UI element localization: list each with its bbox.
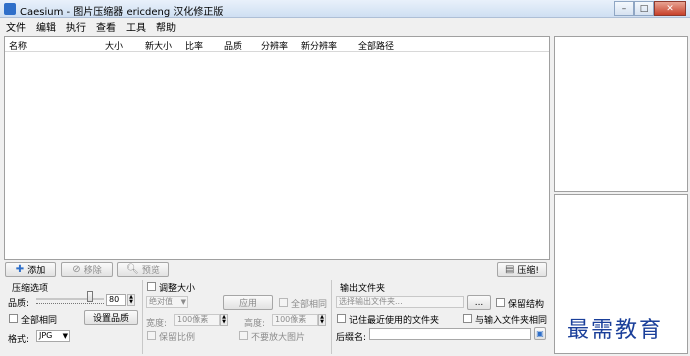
apply-button-label: 应用 <box>238 299 257 309</box>
menu-file[interactable]: 文件 <box>6 19 26 34</box>
output-folder-input[interactable]: 选择输出文件夹... <box>336 296 464 308</box>
preview-button[interactable]: 🔍︎ 预览 <box>117 262 169 277</box>
original-preview-pane <box>554 36 688 192</box>
minimize-button[interactable]: – <box>614 1 634 16</box>
width-label: 宽度: <box>146 319 168 329</box>
maximize-button[interactable]: □ <box>634 1 654 16</box>
format-label: 格式: <box>8 335 30 345</box>
suffix-input[interactable] <box>369 328 531 340</box>
compress-button[interactable]: ▤ 压缩! <box>497 262 547 277</box>
compression-all-same-checkbox[interactable] <box>9 314 18 323</box>
magnifier-icon: 🔍︎ <box>126 264 139 275</box>
keep-ratio-label: 保留比例 <box>159 333 196 343</box>
divider-compression-resize <box>142 280 143 354</box>
remove-icon: ⊘ <box>72 264 81 275</box>
keep-ratio-checkbox[interactable] <box>147 331 156 340</box>
keep-structure-checkbox[interactable] <box>496 298 505 307</box>
width-input[interactable]: 100像素 <box>174 314 220 326</box>
compression-all-same-label: 全部相同 <box>21 316 58 326</box>
title-bar: Caesium - 图片压缩器 ericdeng 汉化修正版 – □ ✕ <box>0 0 690 18</box>
column-quality[interactable]: 品质 <box>224 39 242 52</box>
quality-slider-track[interactable] <box>36 298 104 300</box>
remove-button[interactable]: ⊘ 移除 <box>61 262 113 277</box>
close-button[interactable]: ✕ <box>654 1 686 16</box>
table-header: 名称 大小 新大小 比率 品质 分辨率 新分辨率 全部路径 <box>5 37 549 52</box>
add-button-label: 添加 <box>27 266 46 276</box>
column-new-size[interactable]: 新大小 <box>145 39 172 52</box>
preview-button-label: 预览 <box>141 266 160 276</box>
column-name[interactable]: 名称 <box>9 39 27 52</box>
browse-button[interactable]: ... <box>467 295 491 310</box>
app-icon <box>4 3 16 15</box>
menu-help[interactable]: 帮助 <box>156 19 176 34</box>
plus-icon: ✚ <box>15 264 25 275</box>
format-select[interactable]: JPG ▼ <box>36 330 70 342</box>
menu-bar: 文件 编辑 执行 查看 工具 帮助 <box>0 18 690 34</box>
column-size[interactable]: 大小 <box>105 39 123 52</box>
height-input[interactable]: 100像素 <box>272 314 318 326</box>
output-folder-title: 输出文件夹 <box>340 284 386 294</box>
suffix-help-button[interactable]: ▣ <box>534 327 546 340</box>
quality-slider-ticks <box>36 303 104 306</box>
column-full-path[interactable]: 全部路径 <box>358 39 394 52</box>
no-enlarge-checkbox[interactable] <box>239 331 248 340</box>
resize-mode-select[interactable]: 绝对值 ▼ <box>146 296 188 308</box>
window-title: Caesium - 图片压缩器 ericdeng 汉化修正版 <box>20 7 224 18</box>
compress-button-label: 压缩! <box>517 266 540 276</box>
divider-resize-output <box>331 280 332 354</box>
column-resolution[interactable]: 分辨率 <box>261 39 288 52</box>
compression-options-title: 压缩选项 <box>12 284 49 294</box>
height-label: 高度: <box>244 319 266 329</box>
resize-title: 调整大小 <box>159 284 196 294</box>
compress-icon: ▤ <box>504 264 515 275</box>
suffix-label: 后缀名: <box>336 333 367 343</box>
file-list[interactable]: 名称 大小 新大小 比率 品质 分辨率 新分辨率 全部路径 <box>4 36 550 260</box>
output-folder-placeholder: 选择输出文件夹... <box>339 297 403 306</box>
quality-slider-thumb[interactable] <box>87 291 94 302</box>
quality-value[interactable]: 80 <box>106 294 126 306</box>
resize-all-same-checkbox[interactable] <box>279 298 288 307</box>
menu-view[interactable]: 查看 <box>96 19 116 34</box>
no-enlarge-label: 不要放大图片 <box>251 333 306 343</box>
resize-mode-value: 绝对值 <box>149 297 173 306</box>
column-new-resolution[interactable]: 新分辨率 <box>301 39 337 52</box>
format-value: JPG <box>39 331 53 340</box>
keep-structure-label: 保留结构 <box>508 300 545 310</box>
quality-label: 品质: <box>8 299 30 309</box>
set-quality-label: 设置品质 <box>92 314 129 324</box>
quality-spinner[interactable]: ▲ ▼ <box>127 294 135 306</box>
same-as-input-label: 与输入文件夹相同 <box>475 316 548 326</box>
browse-button-label: ... <box>474 297 484 308</box>
resize-all-same-label: 全部相同 <box>291 300 328 310</box>
resize-checkbox[interactable] <box>147 282 156 291</box>
watermark-logo: 最需教育 <box>567 318 664 343</box>
info-icon: ▣ <box>536 329 544 338</box>
remove-button-label: 移除 <box>83 266 102 276</box>
chevron-down-icon: ▼ <box>180 298 186 306</box>
add-button[interactable]: ✚ 添加 <box>5 262 56 277</box>
menu-run[interactable]: 执行 <box>66 19 86 34</box>
height-spinner[interactable]: ▲ ▼ <box>318 314 326 326</box>
remember-folder-label: 记住最近使用的文件夹 <box>349 316 440 326</box>
apply-button[interactable]: 应用 <box>223 295 273 310</box>
remember-folder-checkbox[interactable] <box>337 314 346 323</box>
window-controls: – □ ✕ <box>614 1 686 16</box>
width-spinner[interactable]: ▲ ▼ <box>220 314 228 326</box>
same-as-input-checkbox[interactable] <box>463 314 472 323</box>
set-quality-button[interactable]: 设置品质 <box>84 310 138 325</box>
menu-edit[interactable]: 编辑 <box>36 19 56 34</box>
chevron-down-icon: ▼ <box>62 332 68 340</box>
column-ratio[interactable]: 比率 <box>185 39 203 52</box>
menu-tools[interactable]: 工具 <box>126 19 146 34</box>
